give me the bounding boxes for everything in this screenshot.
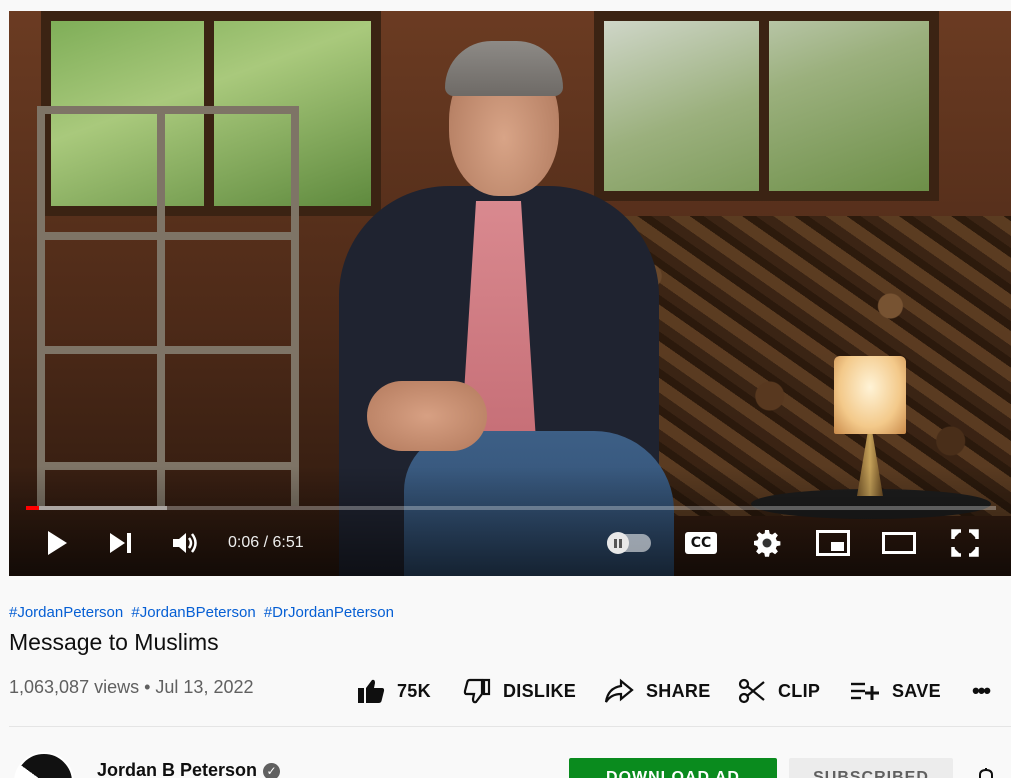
fullscreen-button[interactable] — [947, 521, 983, 565]
video-bookshelf — [37, 106, 299, 506]
video-person-hands — [367, 381, 487, 451]
player-controls: 0:06 / 6:51 CC — [9, 521, 1011, 565]
video-frame[interactable] — [9, 11, 1011, 576]
miniplayer-button[interactable] — [815, 521, 851, 565]
save-button[interactable]: SAVE — [850, 672, 941, 710]
channel-name-row: Jordan B Peterson ✓ — [97, 760, 281, 778]
progress-buffered — [26, 506, 167, 510]
save-label: SAVE — [892, 680, 941, 701]
volume-button[interactable] — [169, 521, 201, 565]
miniplayer-icon — [816, 530, 850, 556]
share-button[interactable]: SHARE — [604, 672, 711, 710]
thumbs-up-icon — [358, 679, 385, 703]
settings-button[interactable] — [749, 521, 785, 565]
gear-icon — [754, 530, 781, 557]
like-button[interactable]: 75K — [357, 672, 431, 710]
notification-bell-icon[interactable] — [976, 766, 996, 778]
clip-button[interactable]: CLIP — [738, 672, 820, 710]
next-button[interactable] — [105, 521, 137, 565]
verified-badge-icon: ✓ — [263, 762, 281, 778]
dislike-button[interactable]: DISLIKE — [463, 672, 576, 710]
share-label: SHARE — [646, 680, 711, 701]
video-title: Message to Muslims — [9, 629, 219, 655]
subscribed-button[interactable]: SUBSCRIBED — [789, 758, 953, 778]
hashtag-link[interactable]: #DrJordanPeterson — [264, 604, 394, 621]
theater-mode-button[interactable] — [881, 521, 917, 565]
section-divider — [9, 726, 1011, 727]
more-actions-button[interactable]: ••• — [972, 672, 991, 710]
video-player[interactable]: 0:06 / 6:51 CC — [9, 11, 1011, 576]
hashtag-list: #JordanPeterson #JordanBPeterson #DrJord… — [9, 604, 398, 621]
scissors-icon — [738, 678, 765, 704]
video-lamp-shade — [834, 356, 906, 434]
dislike-label: DISLIKE — [503, 680, 577, 701]
video-actions: 75K DISLIKE SHARE CLIP SAVE — [0, 672, 1011, 710]
youtube-watch-page: 0:06 / 6:51 CC #JordanPeterson #JordanBP… — [0, 0, 1011, 778]
volume-icon — [173, 533, 197, 553]
play-button[interactable] — [41, 521, 73, 565]
channel-avatar[interactable] — [14, 752, 74, 778]
channel-name[interactable]: Jordan B Peterson — [97, 760, 257, 778]
captions-button[interactable]: CC — [683, 521, 719, 565]
more-icon: ••• — [972, 678, 991, 703]
progress-played — [26, 506, 39, 510]
theater-mode-icon — [882, 532, 916, 554]
progress-bar[interactable] — [26, 506, 996, 510]
autoplay-toggle[interactable] — [607, 532, 651, 554]
fullscreen-icon — [951, 529, 979, 557]
window-mullion — [759, 11, 769, 201]
share-icon — [604, 678, 634, 703]
time-display: 0:06 / 6:51 — [228, 534, 304, 551]
playlist-add-icon — [851, 682, 879, 700]
skip-next-icon — [110, 533, 131, 553]
autoplay-toggle-icon — [607, 532, 629, 554]
download-ad-button[interactable]: DOWNLOAD AD — [569, 758, 777, 778]
thumbs-down-icon — [463, 678, 491, 704]
clip-label: CLIP — [778, 680, 821, 701]
hashtag-link[interactable]: #JordanBPeterson — [131, 604, 255, 621]
captions-icon: CC — [685, 532, 717, 554]
hashtag-link[interactable]: #JordanPeterson — [9, 604, 123, 621]
like-count: 75K — [397, 680, 431, 701]
play-icon — [48, 531, 67, 555]
